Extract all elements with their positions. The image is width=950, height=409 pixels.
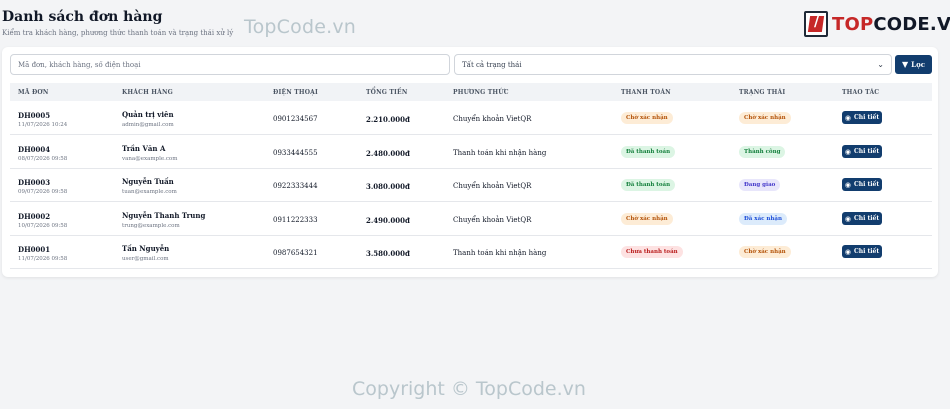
filter-button[interactable]: ▼ Lọc — [895, 55, 932, 74]
column-header-total: TỔNG TIỀN — [366, 89, 408, 96]
customer-phone: 0922333444 — [273, 182, 318, 190]
order-total: 2.480.000đ — [366, 149, 410, 158]
site-logo: TOPCODE.VN — [804, 11, 950, 37]
filter-icon: ▼ — [901, 60, 909, 69]
payment-method: Chuyển khoản VietQR — [453, 216, 532, 224]
column-header-method: PHƯƠNG THỨC — [453, 89, 509, 96]
search-input[interactable] — [10, 54, 450, 75]
order-code: DH0004 — [18, 145, 51, 154]
column-header-actions: THAO TÁC — [842, 89, 880, 96]
order-date: 11/07/2026 09:58 — [18, 256, 68, 262]
chevron-down-icon: ⌄ — [877, 60, 884, 69]
table-row: DH0005 11/07/2026 10:24 Quản trị viên ad… — [10, 102, 932, 135]
order-status-badge: Chờ xác nhận — [739, 112, 791, 124]
table-row: DH0003 09/07/2026 09:58 Nguyễn Tuấn tuan… — [10, 169, 932, 202]
page-title: Danh sách đơn hàng — [2, 9, 163, 25]
customer-email: user@gmail.com — [122, 256, 169, 262]
detail-button[interactable]: ◉ Chi tiết — [842, 245, 882, 258]
orders-card: Tất cả trạng thái ⌄ ▼ Lọc MÃ ĐƠN KHÁCH H… — [2, 47, 938, 277]
customer-name: Nguyễn Tuấn — [122, 177, 174, 186]
payment-method: Thanh toán khi nhận hàng — [453, 149, 547, 157]
eye-icon: ◉ — [844, 247, 851, 256]
table-row: DH0002 10/07/2026 09:58 Nguyễn Thanh Tru… — [10, 203, 932, 236]
detail-button[interactable]: ◉ Chi tiết — [842, 178, 882, 191]
eye-icon: ◉ — [844, 147, 851, 156]
detail-button-label: Chi tiết — [853, 248, 880, 255]
customer-phone: 0901234567 — [273, 115, 318, 123]
order-date: 08/07/2026 09:58 — [18, 156, 68, 162]
customer-email: tuan@example.com — [122, 189, 177, 195]
detail-button-label: Chi tiết — [853, 215, 880, 222]
order-total: 2.490.000đ — [366, 216, 410, 225]
customer-email: trung@example.com — [122, 223, 180, 229]
order-status-badge: Chờ xác nhận — [739, 246, 791, 258]
order-code: DH0003 — [18, 178, 51, 187]
logo-prefix: TOP — [832, 13, 874, 35]
payment-status-badge: Chưa thanh toán — [621, 246, 683, 258]
payment-method: Chuyển khoản VietQR — [453, 182, 532, 190]
customer-phone: 0911222333 — [273, 216, 318, 224]
column-header-code: MÃ ĐƠN — [18, 89, 49, 96]
watermark-top: TopCode.vn — [244, 16, 357, 38]
payment-status-badge: Đã thanh toán — [621, 146, 676, 158]
logo-suffix: CODE.VN — [873, 13, 950, 35]
payment-status-badge: Đã thanh toán — [621, 179, 676, 191]
detail-button[interactable]: ◉ Chi tiết — [842, 111, 882, 124]
customer-phone: 0987654321 — [273, 249, 318, 257]
eye-icon: ◉ — [844, 214, 851, 223]
customer-name: Quản trị viên — [122, 110, 174, 119]
table-row: DH0001 11/07/2026 09:58 Tấn Nguyễn user@… — [10, 236, 932, 269]
status-select-value: Tất cả trạng thái — [462, 60, 522, 69]
payment-status-badge: Chờ xác nhận — [621, 213, 673, 225]
order-status-badge: Đã xác nhận — [739, 213, 787, 225]
customer-phone: 0933444555 — [273, 149, 318, 157]
table-row: DH0004 08/07/2026 09:58 Trần Văn A vana@… — [10, 136, 932, 169]
column-header-customer: KHÁCH HÀNG — [122, 89, 174, 96]
column-header-phone: ĐIỆN THOẠI — [273, 89, 319, 96]
order-date: 11/07/2026 10:24 — [18, 122, 68, 128]
payment-method: Thanh toán khi nhận hàng — [453, 249, 547, 257]
column-header-status: TRẠNG THÁI — [739, 89, 786, 96]
eye-icon: ◉ — [844, 113, 851, 122]
order-total: 2.210.000đ — [366, 115, 410, 124]
order-status-badge: Đang giao — [739, 179, 781, 191]
detail-button[interactable]: ◉ Chi tiết — [842, 145, 882, 158]
detail-button-label: Chi tiết — [853, 148, 880, 155]
order-date: 10/07/2026 09:58 — [18, 223, 68, 229]
customer-name: Nguyễn Thanh Trung — [122, 211, 206, 220]
detail-button-label: Chi tiết — [853, 181, 880, 188]
customer-name: Tấn Nguyễn — [122, 244, 170, 253]
filter-button-label: Lọc — [911, 60, 925, 69]
order-total: 3.580.000đ — [366, 249, 410, 258]
order-status-badge: Thành công — [739, 146, 786, 158]
table-header: MÃ ĐƠN KHÁCH HÀNG ĐIỆN THOẠI TỔNG TIỀN P… — [10, 83, 932, 101]
detail-button-label: Chi tiết — [853, 114, 880, 121]
payment-method: Chuyển khoản VietQR — [453, 115, 532, 123]
payment-status-badge: Chờ xác nhận — [621, 112, 673, 124]
order-code: DH0001 — [18, 245, 51, 254]
order-date: 09/07/2026 09:58 — [18, 189, 68, 195]
column-header-payment: THANH TOÁN — [621, 89, 671, 96]
status-select[interactable]: Tất cả trạng thái ⌄ — [454, 54, 892, 75]
order-code: DH0005 — [18, 111, 51, 120]
watermark-bottom: Copyright © TopCode.vn — [352, 378, 586, 400]
detail-button[interactable]: ◉ Chi tiết — [842, 212, 882, 225]
customer-email: admin@gmail.com — [122, 122, 174, 128]
logo-icon — [804, 11, 828, 37]
customer-name: Trần Văn A — [122, 144, 166, 153]
order-total: 3.080.000đ — [366, 182, 410, 191]
customer-email: vana@example.com — [122, 156, 178, 162]
page-subtitle: Kiểm tra khách hàng, phương thức thanh t… — [2, 29, 234, 37]
order-code: DH0002 — [18, 212, 51, 221]
eye-icon: ◉ — [844, 180, 851, 189]
